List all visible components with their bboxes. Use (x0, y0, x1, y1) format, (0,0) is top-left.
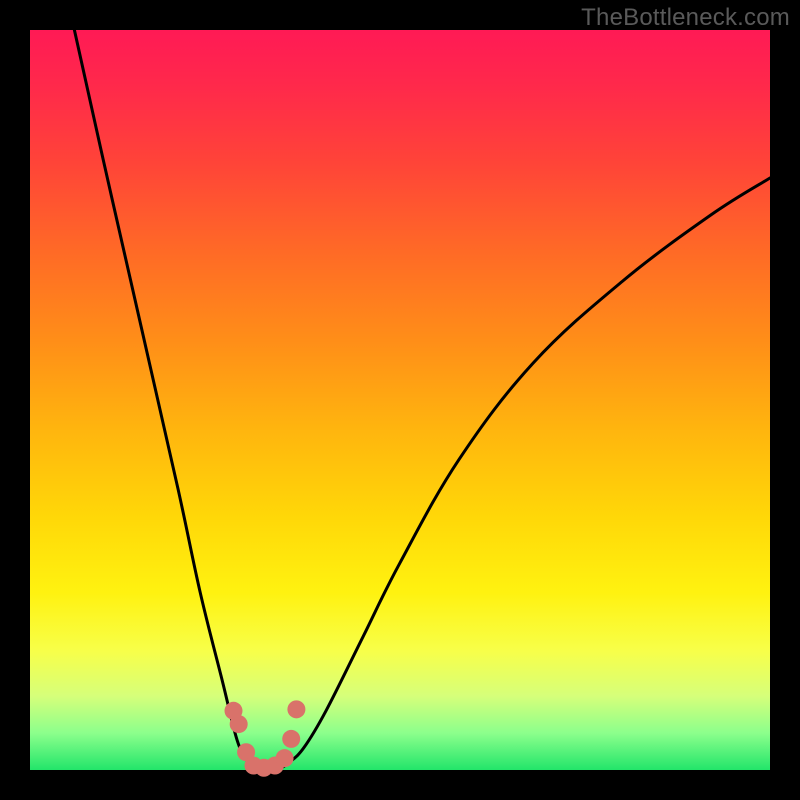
marker-dot (276, 749, 294, 767)
watermark-text: TheBottleneck.com (581, 4, 790, 32)
chart-frame: TheBottleneck.com (0, 0, 800, 800)
marker-dot (230, 715, 248, 733)
marker-dot (282, 730, 300, 748)
plot-area (30, 30, 770, 770)
line-layer (74, 30, 770, 771)
chart-svg (30, 30, 770, 770)
marker-dot (287, 700, 305, 718)
bottleneck-curve (74, 30, 770, 771)
